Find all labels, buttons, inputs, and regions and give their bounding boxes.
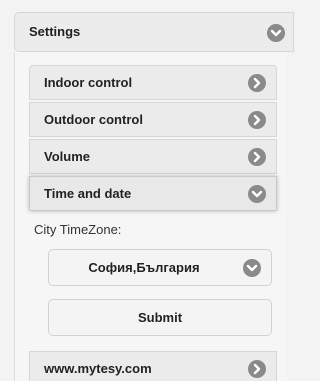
chevron-right-icon	[248, 74, 266, 92]
chevron-down-icon	[267, 24, 285, 42]
chevron-right-icon	[248, 360, 266, 378]
menu-item-label: Outdoor control	[44, 112, 143, 127]
menu-item-outdoor-control[interactable]: Outdoor control	[29, 102, 277, 137]
menu-item-label: Volume	[44, 149, 90, 164]
menu-item-volume[interactable]: Volume	[29, 139, 277, 174]
timezone-label: City TimeZone:	[34, 222, 122, 237]
menu-item-label: Time and date	[44, 186, 132, 201]
chevron-right-icon	[248, 148, 266, 166]
menu-item-time-and-date[interactable]: Time and date	[29, 176, 277, 211]
settings-title: Settings	[29, 24, 81, 39]
settings-header[interactable]: Settings	[14, 12, 294, 52]
menu-item-label: Indoor control	[44, 75, 133, 90]
settings-panel: Indoor control Outdoor control Volume Ti…	[14, 52, 287, 381]
submit-button[interactable]: Submit	[48, 299, 272, 336]
chevron-down-icon	[243, 259, 261, 277]
chevron-down-icon	[248, 185, 266, 203]
menu-item-indoor-control[interactable]: Indoor control	[29, 65, 277, 100]
timezone-select-value: София,България	[88, 260, 200, 275]
settings-page: Settings Indoor control Outdoor control	[0, 0, 294, 381]
menu-item-label: www.mytesy.com	[44, 361, 152, 376]
menu-item-mytesy-link[interactable]: www.mytesy.com	[29, 351, 277, 381]
chevron-right-icon	[248, 111, 266, 129]
timezone-select[interactable]: София,България	[48, 249, 272, 286]
